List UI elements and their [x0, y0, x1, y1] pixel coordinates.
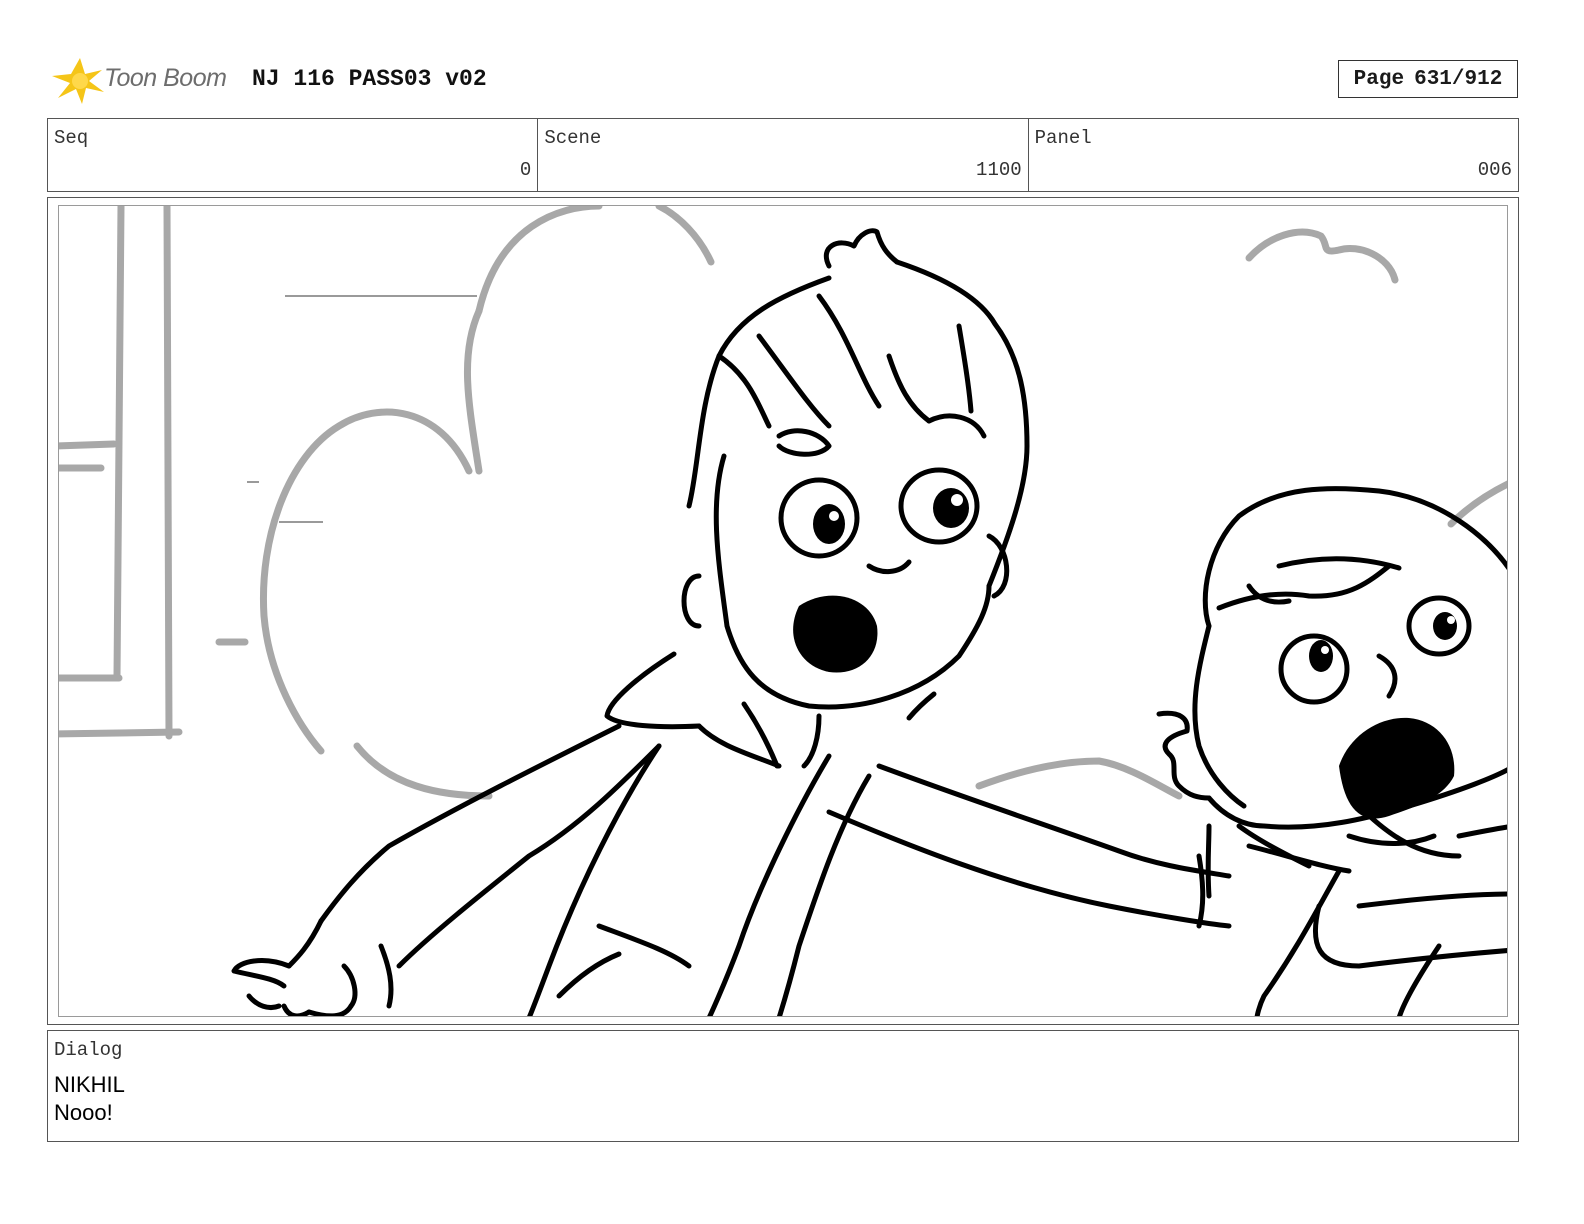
- panel-value: 006: [1477, 159, 1512, 181]
- document-title: NJ 116 PASS03 v02: [252, 66, 487, 92]
- toon-boom-logo: Toon Boom: [48, 52, 238, 108]
- seq-label: Seq: [54, 127, 89, 149]
- logo-text: Toon Boom: [104, 64, 227, 92]
- storyboard-sketch: [59, 206, 1507, 1016]
- page-indicator: Page 631/912: [1338, 60, 1518, 98]
- page-label: Page: [1353, 67, 1405, 91]
- page-header: Toon Boom NJ 116 PASS03 v02 Page 631/912: [48, 52, 1518, 108]
- panel-cell: Panel 006: [1029, 119, 1518, 191]
- seq-cell: Seq 0: [48, 119, 539, 191]
- panel-label: Panel: [1034, 127, 1092, 149]
- panel-drawing-area: [58, 205, 1508, 1017]
- dialog-line: Nooo!: [54, 1100, 113, 1125]
- character-second: [1156, 486, 1507, 1016]
- storyboard-panel: [47, 197, 1519, 1025]
- scene-value: 1100: [976, 159, 1022, 181]
- seq-value: 0: [519, 159, 532, 181]
- scene-label: Scene: [544, 127, 602, 149]
- page-number: 631/912: [1414, 67, 1503, 91]
- eye-highlights: [829, 494, 1455, 654]
- panel-info-row: Seq 0 Scene 1100 Panel 006: [47, 118, 1519, 192]
- background-hlines: [247, 295, 477, 523]
- dialog-box: Dialog NIKHIL Nooo!: [47, 1030, 1519, 1142]
- scene-cell: Scene 1100: [538, 119, 1029, 191]
- sunburst-icon: [52, 58, 104, 104]
- character-nikhil: [231, 228, 1232, 1016]
- dialog-character: NIKHIL: [54, 1072, 125, 1097]
- dialog-label: Dialog: [54, 1039, 123, 1061]
- dialog-content: NIKHIL Nooo!: [54, 1071, 125, 1127]
